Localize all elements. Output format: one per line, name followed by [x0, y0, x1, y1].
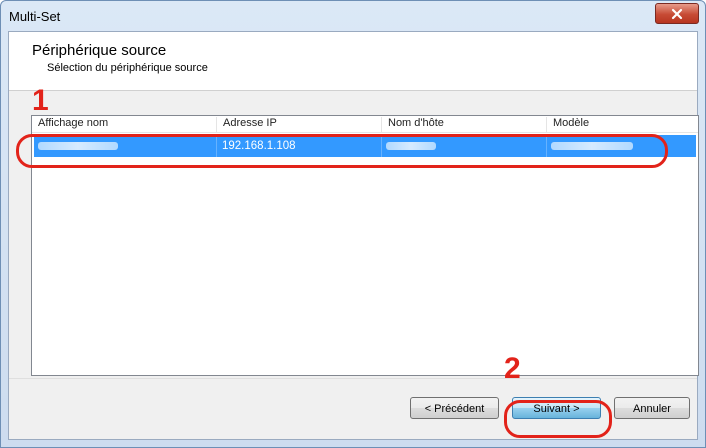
cancel-button[interactable]: Annuler — [614, 397, 690, 419]
dialog-client-area: Périphérique source Sélection du périphé… — [8, 31, 699, 440]
column-header-display-name[interactable]: Affichage nom — [32, 117, 217, 132]
step-2-highlight — [504, 400, 612, 438]
close-button[interactable] — [655, 3, 699, 24]
column-header-host-name[interactable]: Nom d'hôte — [382, 117, 547, 132]
step-1-highlight — [16, 134, 668, 168]
column-header-ip-address[interactable]: Adresse IP — [217, 117, 382, 132]
close-icon — [671, 8, 683, 19]
list-header: Affichage nom Adresse IP Nom d'hôte Modè… — [32, 116, 698, 133]
step-1-callout: 1 — [32, 84, 49, 117]
wizard-header: Périphérique source Sélection du périphé… — [9, 32, 697, 91]
step-2-callout: 2 — [504, 352, 521, 385]
page-title: Périphérique source — [32, 42, 167, 59]
column-header-model[interactable]: Modèle — [547, 117, 698, 132]
window-title: Multi-Set — [9, 9, 61, 24]
page-subtitle: Sélection du périphérique source — [47, 62, 208, 74]
previous-button[interactable]: < Précédent — [410, 397, 499, 419]
title-bar[interactable]: Multi-Set — [1, 1, 705, 33]
